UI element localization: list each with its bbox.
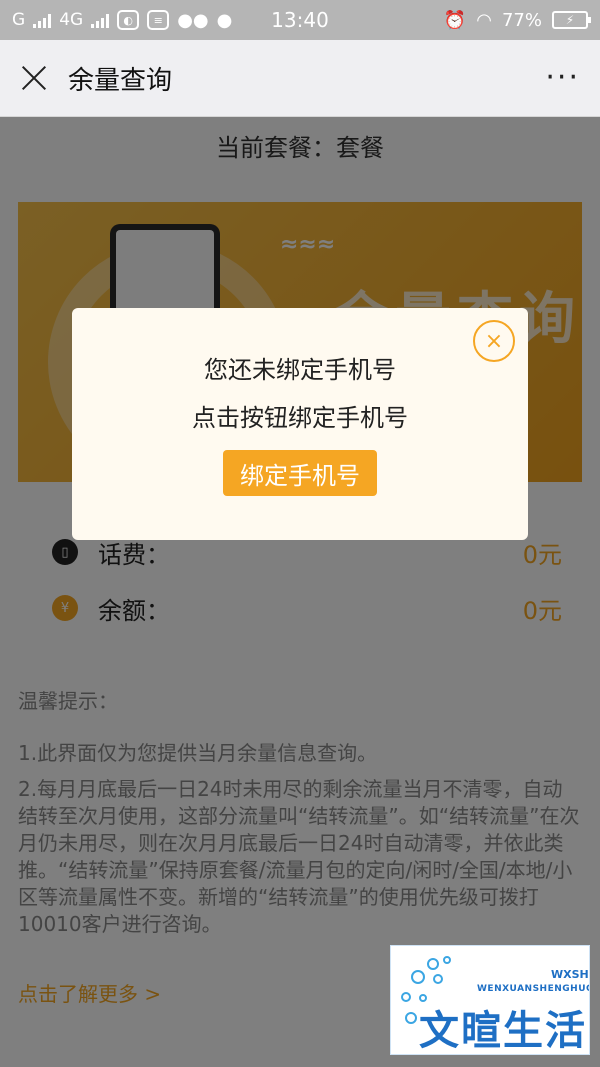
status-right: ⏰ ◠ 77% ⚡ (443, 9, 591, 31)
wifi-icon: ◠ (476, 9, 492, 31)
bind-phone-dialog: × 您还未绑定手机号 点击按钮绑定手机号 绑定手机号 (72, 308, 528, 540)
more-menu-icon[interactable]: ··· (545, 63, 580, 93)
carrier-label: G (12, 10, 26, 30)
status-bar: G 4G ◐ ≡ ●● ● 13:40 ⏰ ◠ 77% ⚡ (0, 0, 600, 40)
battery-percent: 77% (501, 9, 542, 31)
status-left: G 4G ◐ ≡ ●● ● (12, 10, 232, 31)
dialog-message: 您还未绑定手机号 (204, 356, 396, 384)
signal-icon-2 (91, 12, 110, 28)
nav-bar: 余量查询 ··· (0, 40, 600, 117)
app-notification-icon: ◐ (117, 10, 140, 30)
signal-icon (33, 12, 52, 28)
page-title: 余量查询 (68, 65, 173, 96)
network-label: 4G (59, 10, 84, 30)
modal-overlay[interactable] (0, 117, 600, 1067)
bind-phone-button[interactable]: 绑定手机号 (223, 450, 377, 496)
watermark-subtitle: WENXUANSHENGHUO (477, 984, 590, 994)
wechat-icon: ●● (177, 9, 209, 31)
sms-notification-icon: ≡ (147, 10, 170, 30)
dialog-instruction: 点击按钮绑定手机号 (192, 404, 408, 432)
battery-icon: ⚡ (552, 11, 591, 29)
close-icon[interactable] (20, 64, 48, 92)
alarm-icon: ⏰ (443, 9, 467, 31)
watermark-tag: WXSH (551, 968, 589, 981)
watermark-logo: WXSH WENXUANSHENGHUO 文暄生活 (390, 945, 590, 1055)
watermark-title: 文暄生活 (419, 1008, 587, 1054)
chat-icon: ● (216, 9, 233, 31)
